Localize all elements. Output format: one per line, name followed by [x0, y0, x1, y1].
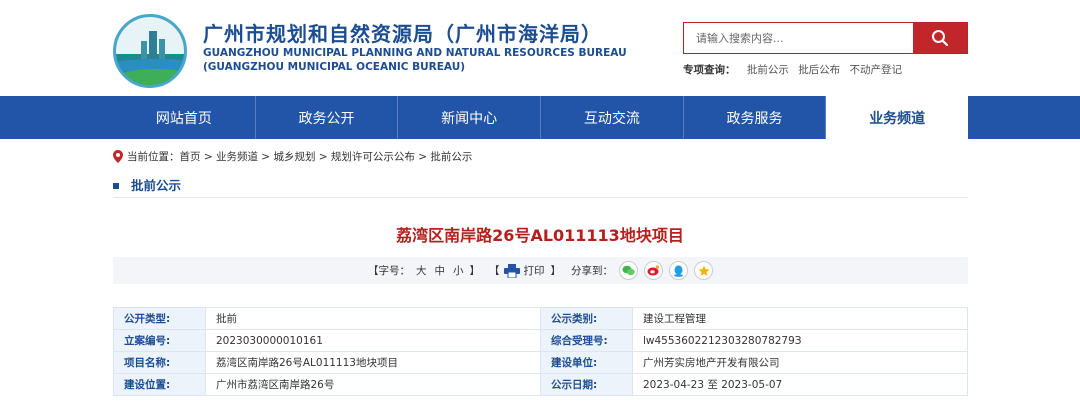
search-input[interactable] [684, 23, 913, 53]
table-value: 2023030000010161 [205, 329, 541, 352]
share-control: 分享到： [571, 257, 713, 284]
font-medium-button[interactable]: 中 [435, 263, 446, 278]
table-value: 荔湾区南岸路26号AL011113地块项目 [205, 351, 541, 374]
nav-item-government-affairs[interactable]: 政务公开 [256, 96, 399, 139]
site-title-en: GUANGZHOU MUNICIPAL PLANNING AND NATURAL… [203, 47, 627, 59]
section-bullet-icon [113, 182, 119, 189]
table-value: lw455360221230328078279З [632, 329, 968, 352]
breadcrumb-label: 当前位置： [127, 151, 180, 163]
table-key: 公开类型: [113, 307, 206, 330]
table-key: 项目名称: [113, 351, 206, 374]
search-icon [932, 30, 949, 47]
location-pin-icon [113, 150, 123, 163]
print-button[interactable]: 打印 [524, 263, 545, 278]
nav-item-home[interactable]: 网站首页 [113, 96, 256, 139]
table-row: 建设位置: 广州市荔湾区南岸路26号 公示日期: 2023-04-23 至 20… [113, 373, 968, 396]
bureau-logo-icon[interactable] [113, 14, 187, 88]
nav-item-interaction[interactable]: 互动交流 [541, 96, 684, 139]
section-divider [113, 197, 968, 198]
site-header: 广州市规划和自然资源局（广州市海洋局） GUANGZHOU MUNICIPAL … [0, 0, 1080, 96]
special-link-post-publicity[interactable]: 批后公布 [798, 64, 840, 76]
font-large-button[interactable]: 大 [416, 263, 427, 278]
print-control[interactable]: 【 打印 】 [489, 257, 561, 284]
share-label: 分享到： [571, 265, 613, 277]
printer-icon [503, 263, 520, 278]
table-key: 公示日期: [540, 373, 633, 396]
print-open: 【 [489, 265, 500, 277]
breadcrumb-path[interactable]: 首页 > 业务频道 > 城乡规划 > 规划许可公示公布 > 批前公示 [180, 149, 473, 164]
font-size-control: 【字号： 大 中 小 】 [368, 257, 480, 284]
project-info-table: 公开类型: 批前 公示类别: 建设工程管理 立案编号: 202303000001… [113, 307, 968, 396]
table-row: 公开类型: 批前 公示类别: 建设工程管理 [113, 307, 968, 330]
table-value: 广州芳实房地产开发有限公司 [632, 351, 968, 374]
table-value: 批前 [205, 307, 541, 330]
table-row: 项目名称: 荔湾区南岸路26号AL011113地块项目 建设单位: 广州芳实房地… [113, 351, 968, 374]
table-row: 立案编号: 2023030000010161 综合受理号: lw45536022… [113, 329, 968, 352]
search-button[interactable] [913, 23, 967, 53]
special-link-pre-publicity[interactable]: 批前公示 [747, 64, 789, 76]
section-title: 批前公示 [131, 178, 182, 193]
main-nav: 网站首页 政务公开 新闻中心 互动交流 政务服务 业务频道 [0, 96, 1080, 139]
article-tools-bar: 【字号： 大 中 小 】 【 打印 】 分享到： [113, 257, 968, 284]
qzone-star-icon[interactable] [694, 261, 713, 280]
table-key: 立案编号: [113, 329, 206, 352]
table-value: 建设工程管理 [632, 307, 968, 330]
section-heading: 批前公示 [113, 175, 181, 194]
site-title: 广州市规划和自然资源局（广州市海洋局） [203, 22, 602, 46]
font-size-label: 【字号： [368, 265, 410, 277]
table-key: 公示类别: [540, 307, 633, 330]
print-close: 】 [550, 265, 562, 277]
special-query: 专项查询： 批前公示 批后公布 不动产登记 [683, 62, 908, 77]
table-key: 建设位置: [113, 373, 206, 396]
table-value: 2023-04-23 至 2023-05-07 [632, 373, 968, 396]
table-key: 综合受理号: [540, 329, 633, 352]
wechat-icon[interactable] [619, 261, 638, 280]
nav-item-services[interactable]: 政务服务 [684, 96, 827, 139]
font-small-button[interactable]: 小 [453, 263, 464, 278]
weibo-icon[interactable] [644, 261, 663, 280]
special-query-label: 专项查询： [683, 64, 736, 76]
search-box [683, 22, 968, 54]
table-key: 建设单位: [540, 351, 633, 374]
breadcrumb: 当前位置： 首页 > 业务频道 > 城乡规划 > 规划许可公示公布 > 批前公示 [113, 149, 472, 164]
site-subtitle-en: (GUANGZHOU MUNICIPAL OCEANIC BUREAU) [203, 61, 466, 73]
qq-icon[interactable] [669, 261, 688, 280]
nav-item-business[interactable]: 业务频道 [826, 96, 969, 139]
article-title: 荔湾区南岸路26号AL011113地块项目 [396, 226, 684, 245]
special-link-real-estate[interactable]: 不动产登记 [850, 64, 903, 76]
nav-item-news[interactable]: 新闻中心 [398, 96, 542, 139]
font-size-close: 】 [469, 265, 481, 277]
table-value: 广州市荔湾区南岸路26号 [205, 373, 541, 396]
